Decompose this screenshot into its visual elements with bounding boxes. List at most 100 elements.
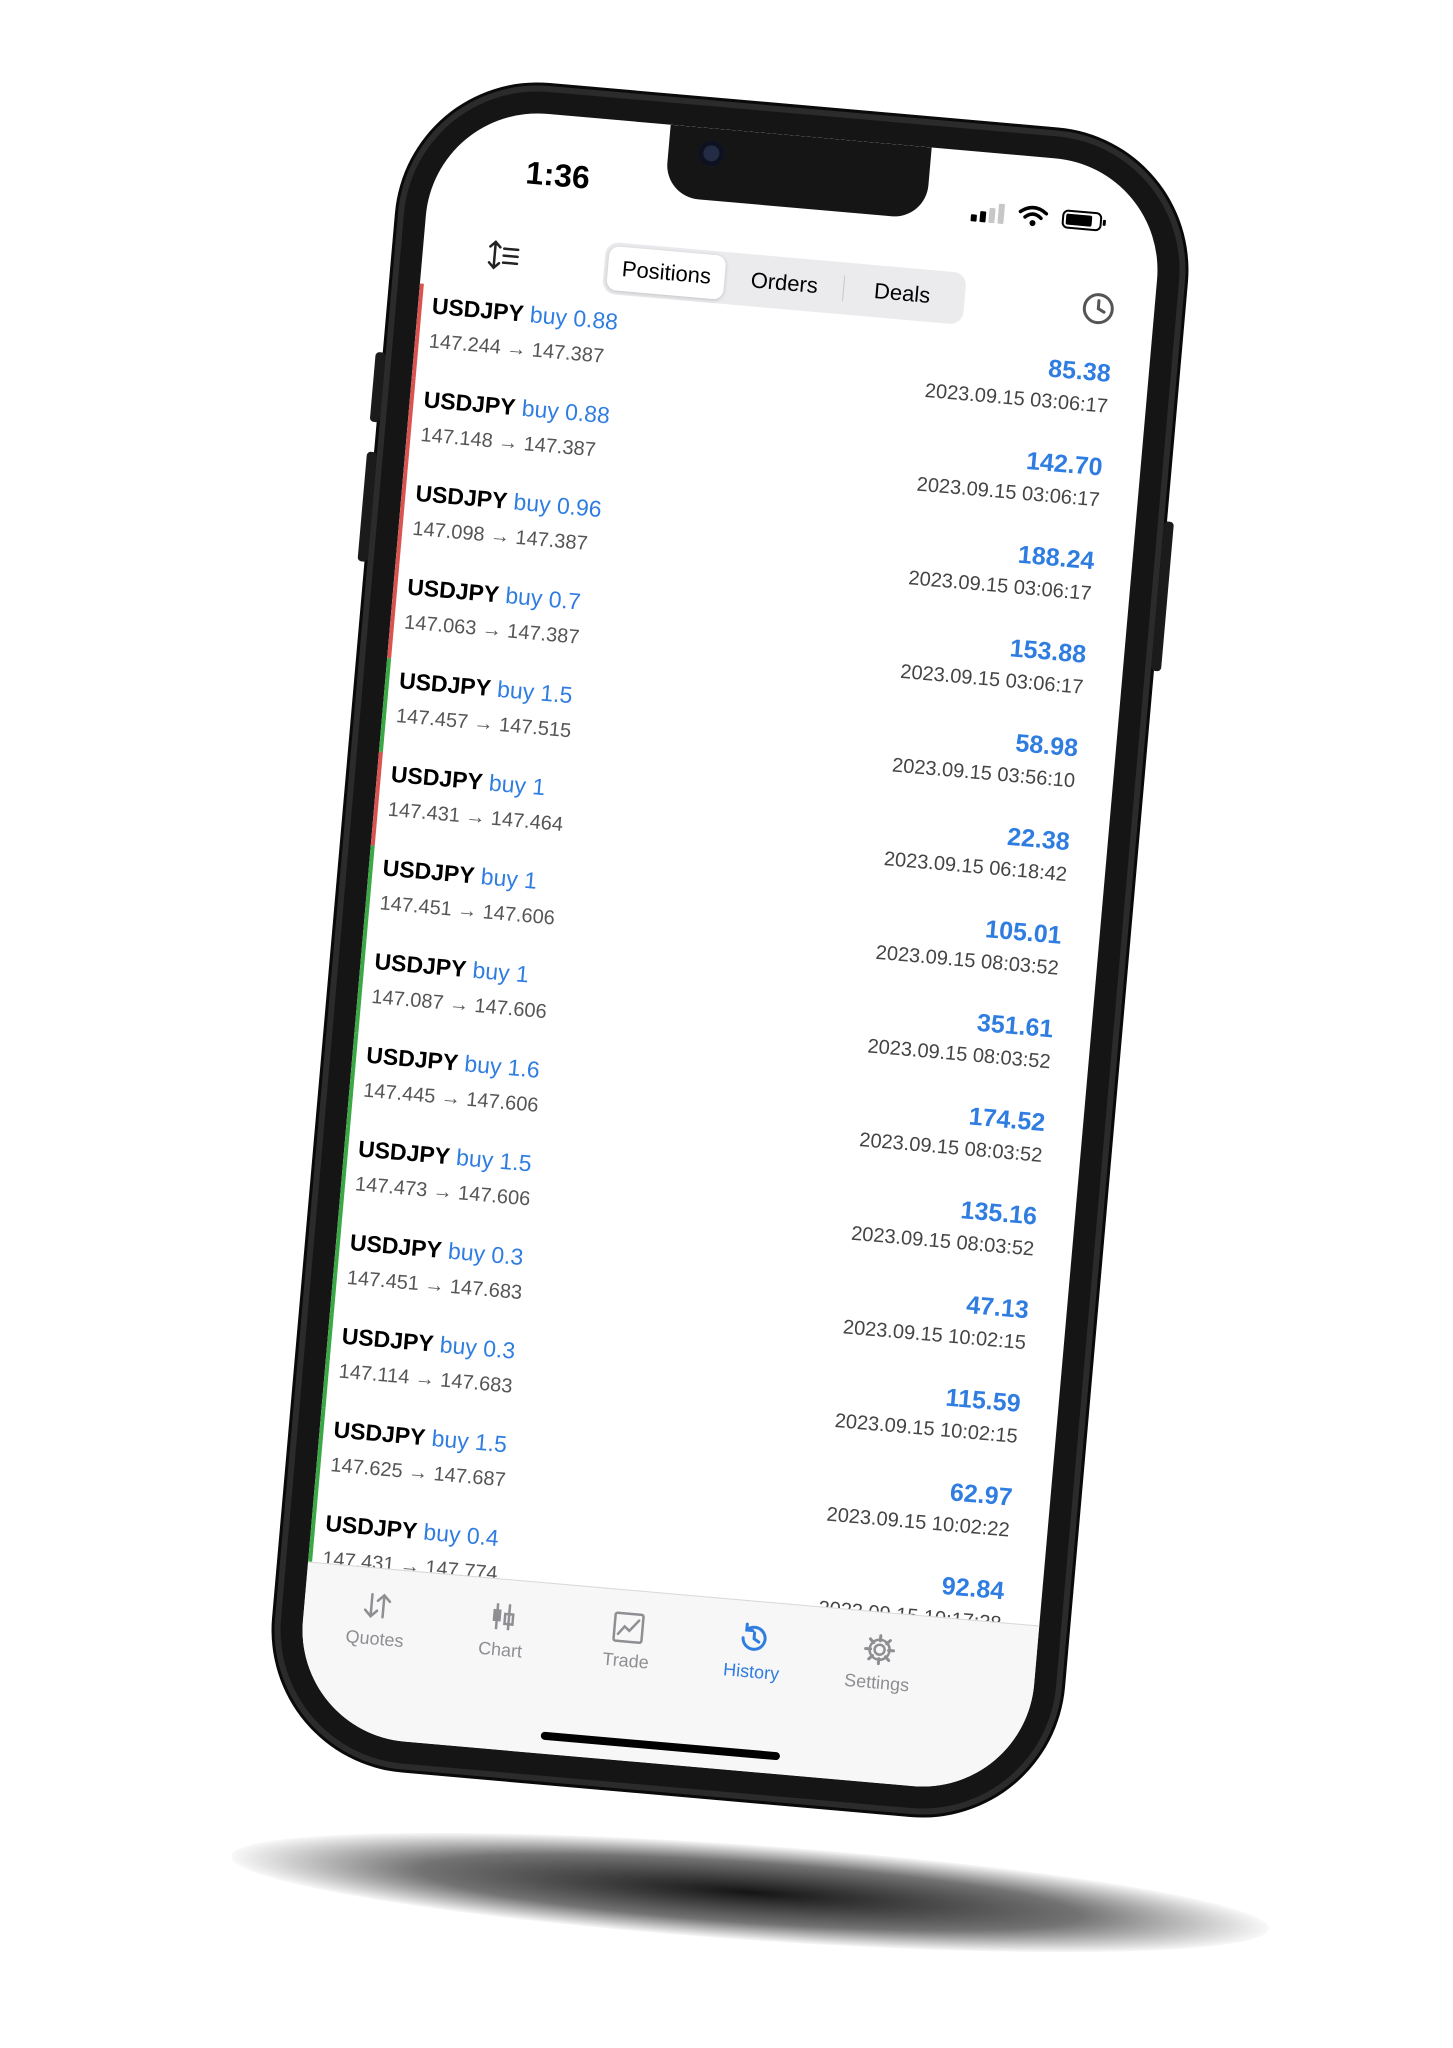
row-title: USDJPY buy 0.88 <box>423 386 611 429</box>
price-range: 147.148 → 147.387 <box>419 424 597 462</box>
candlestick-icon <box>492 1603 515 1631</box>
profit-value: 351.61 <box>975 1008 1055 1044</box>
trade-side: buy 0.4 <box>422 1518 500 1552</box>
profit-value: 105.01 <box>984 915 1063 950</box>
row-title: USDJPY buy 0.7 <box>406 573 582 616</box>
price-range: 147.063 → 147.387 <box>403 611 581 649</box>
profit-value: 188.24 <box>1016 540 1096 576</box>
row-title: USDJPY buy 1.5 <box>398 667 574 709</box>
price-range: 147.114 → 147.683 <box>337 1360 514 1398</box>
profit-value: 174.52 <box>967 1102 1047 1138</box>
symbol: USDJPY <box>373 948 468 983</box>
tab-history[interactable]: History <box>685 1616 820 1688</box>
trade-side: buy 0.3 <box>438 1331 517 1364</box>
tab-settings[interactable]: Settings <box>811 1627 946 1699</box>
symbol: USDJPY <box>398 667 493 702</box>
profit-value: 142.70 <box>1025 447 1104 482</box>
profit-value: 62.97 <box>948 1478 1014 1512</box>
trade-side: buy 0.3 <box>447 1237 525 1271</box>
row-title: USDJPY buy 0.4 <box>324 1509 500 1552</box>
tab-settings-label: Settings <box>843 1669 910 1696</box>
profit-value: 58.98 <box>1014 729 1080 763</box>
camera-icon <box>697 139 726 168</box>
gear-icon <box>864 1634 896 1666</box>
tab-positions[interactable]: Positions <box>606 245 727 300</box>
profit-value: 47.13 <box>965 1291 1030 1325</box>
price-range: 147.087 → 147.606 <box>370 985 548 1024</box>
profit-value: 85.38 <box>1047 354 1112 388</box>
trade-side: buy 0.7 <box>504 582 582 615</box>
trade-side: buy 0.96 <box>512 488 603 523</box>
symbol: USDJPY <box>389 760 484 795</box>
profit-value: 22.38 <box>1006 822 1071 857</box>
tab-trade[interactable]: Trade <box>560 1605 695 1677</box>
price-range: 147.244 → 147.387 <box>427 330 605 368</box>
trade-side: buy 1.5 <box>496 675 574 709</box>
profit-value: 115.59 <box>944 1383 1022 1418</box>
symbol: USDJPY <box>430 292 525 327</box>
signal-icon <box>970 199 1006 225</box>
trade-side: buy 1.5 <box>430 1424 509 1458</box>
wifi-icon <box>1018 205 1049 227</box>
history-icon <box>741 1622 767 1651</box>
quotes-arrows-icon <box>363 1593 392 1619</box>
tab-trade-label: Trade <box>601 1648 650 1673</box>
trade-side: buy 1 <box>471 956 530 988</box>
sort-icon[interactable] <box>485 237 522 274</box>
row-title: USDJPY buy 0.3 <box>340 1322 517 1365</box>
row-title: USDJPY buy 0.96 <box>414 479 603 523</box>
symbol: USDJPY <box>340 1322 435 1357</box>
row-title: USDJPY buy 1.5 <box>357 1135 533 1177</box>
symbol: USDJPY <box>324 1509 419 1544</box>
history-list: USDJPY buy 0.88 147.244 → 147.387 85.38 202… <box>305 283 1151 1658</box>
profit-value: 135.16 <box>959 1196 1039 1231</box>
price-range: 147.445 → 147.606 <box>362 1079 540 1117</box>
screen: 1:36 Positions Orders Deals USDJPY buy 0… <box>293 104 1167 1796</box>
phone: 1:36 Positions Orders Deals USDJPY buy 0… <box>262 73 1198 1827</box>
tab-chart[interactable]: Chart <box>434 1594 569 1666</box>
tab-deals[interactable]: Deals <box>842 266 963 320</box>
row-title: USDJPY buy 1.5 <box>332 1416 508 1458</box>
symbol: USDJPY <box>357 1135 452 1170</box>
tab-quotes-label: Quotes <box>344 1626 405 1652</box>
row-title: USDJPY buy 0.88 <box>431 293 619 336</box>
trade-chart-icon <box>612 1611 645 1644</box>
row-title: USDJPY buy 1.6 <box>365 1041 541 1084</box>
clock-icon[interactable] <box>1079 289 1118 328</box>
symbol: USDJPY <box>414 479 509 514</box>
trade-side: buy 1.6 <box>463 1050 541 1083</box>
phone-shadow <box>227 1808 1273 1977</box>
row-title: USDJPY buy 1 <box>382 854 538 894</box>
symbol: USDJPY <box>381 854 476 889</box>
tab-orders[interactable]: Orders <box>724 256 845 310</box>
price-range: 147.625 → 147.687 <box>329 1454 507 1492</box>
tab-history-label: History <box>722 1659 780 1684</box>
symbol: USDJPY <box>422 386 517 421</box>
trade-side: buy 1 <box>479 863 539 894</box>
trade-side: buy 1.5 <box>455 1143 533 1177</box>
status-time: 1:36 <box>524 154 592 196</box>
price-range: 147.451 → 147.683 <box>346 1266 523 1305</box>
symbol: USDJPY <box>348 1229 443 1263</box>
trade-side: buy 0.88 <box>520 394 611 429</box>
row-title: USDJPY buy 1 <box>373 948 530 988</box>
trade-side: buy 0.88 <box>528 301 620 335</box>
price-range: 147.431 → 147.464 <box>386 798 564 836</box>
price-range: 147.457 → 147.515 <box>395 705 573 743</box>
status-icons <box>970 199 1103 232</box>
price-range: 147.451 → 147.606 <box>378 892 556 930</box>
profit-value: 153.88 <box>1008 634 1088 669</box>
price-range: 147.473 → 147.606 <box>354 1173 532 1211</box>
trade-side: buy 1 <box>487 769 547 801</box>
symbol: USDJPY <box>406 573 501 608</box>
symbol: USDJPY <box>365 1041 460 1076</box>
symbol: USDJPY <box>332 1416 427 1451</box>
battery-icon <box>1061 208 1103 232</box>
row-title: USDJPY buy 1 <box>390 761 546 801</box>
profit-value: 92.84 <box>940 1571 1006 1606</box>
price-range: 147.098 → 147.387 <box>411 517 589 555</box>
tab-chart-label: Chart <box>477 1637 523 1662</box>
tab-quotes[interactable]: Quotes <box>309 1583 444 1655</box>
row-title: USDJPY buy 0.3 <box>348 1229 525 1271</box>
home-indicator[interactable] <box>540 1731 781 1761</box>
